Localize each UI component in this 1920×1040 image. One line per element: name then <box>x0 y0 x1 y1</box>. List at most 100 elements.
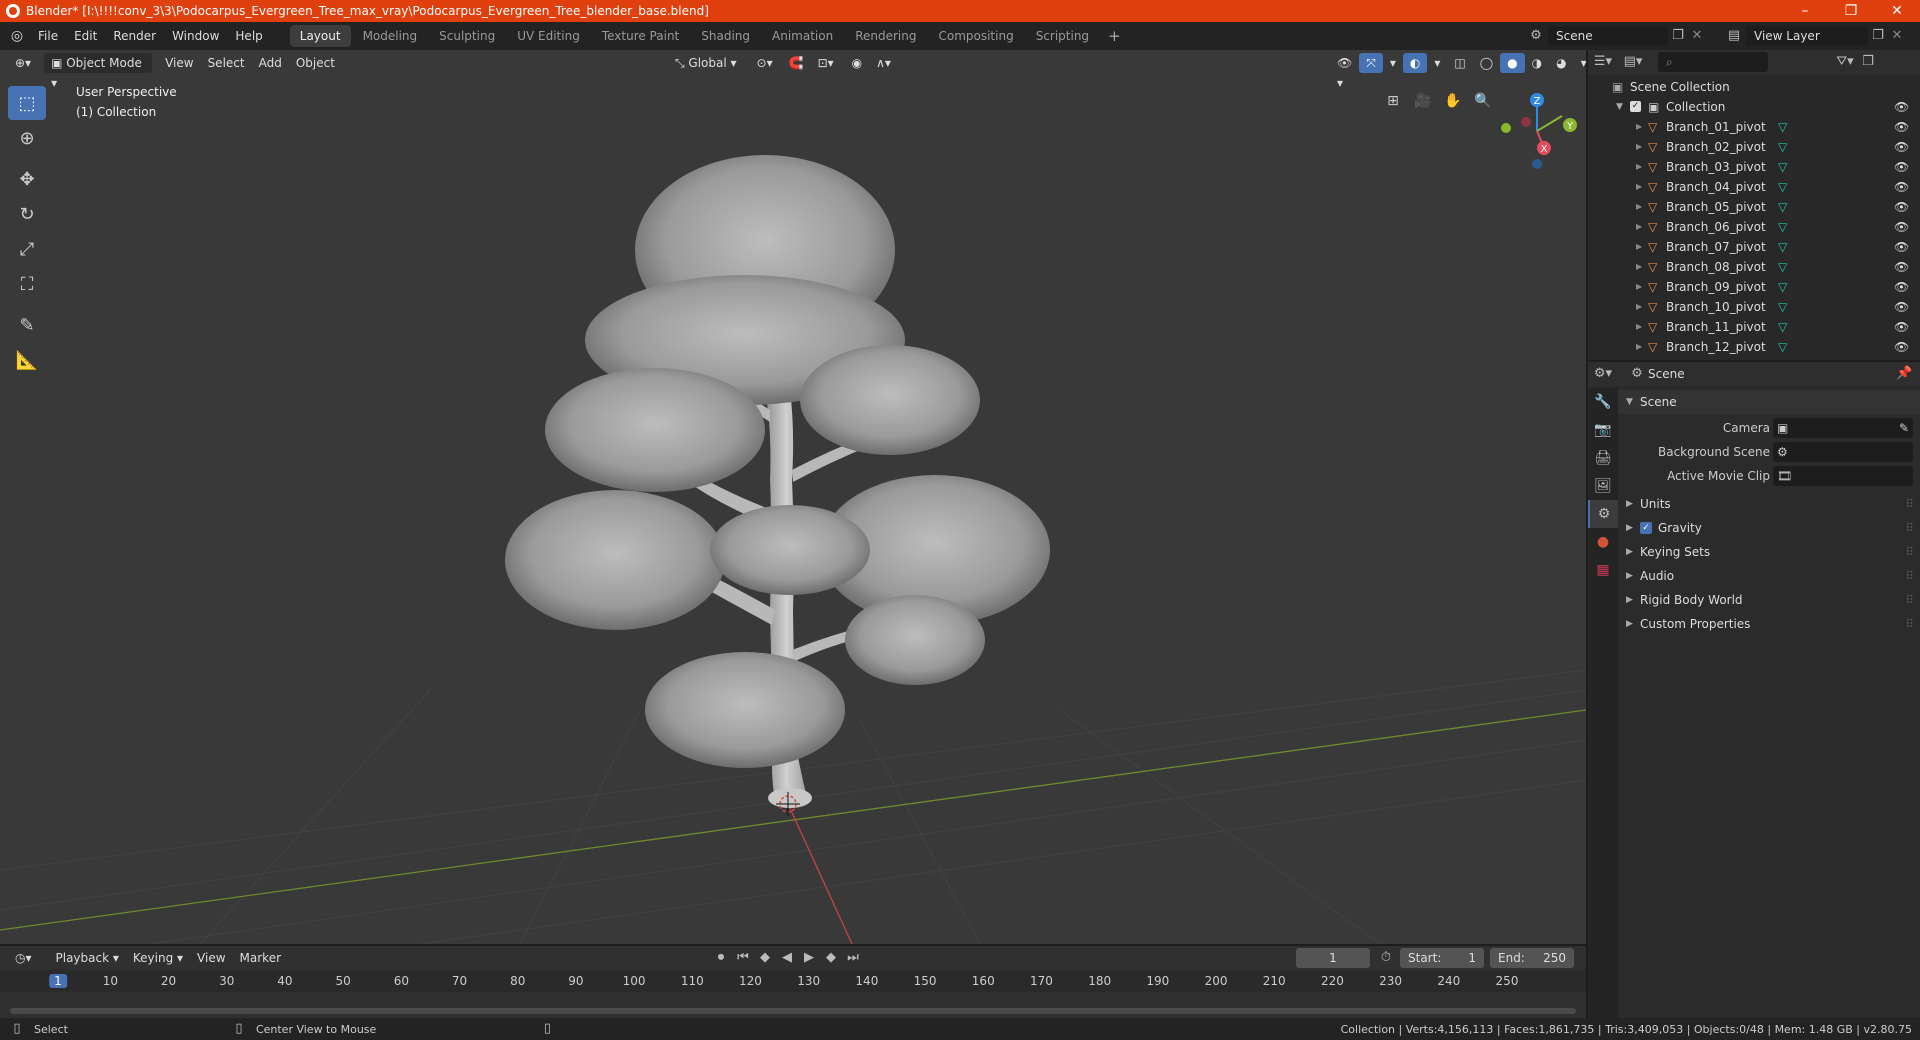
timeline-menu-marker[interactable]: Marker <box>233 948 288 968</box>
shading-options-icon[interactable]: ▾ <box>1574 53 1586 73</box>
tab-shading[interactable]: Shading <box>691 25 760 47</box>
expand-arrow-icon[interactable]: ▶ <box>1636 177 1642 197</box>
tab-layout[interactable]: Layout <box>289 25 351 47</box>
eyedropper-icon[interactable]: ✎ <box>1899 416 1909 440</box>
add-workspace-button[interactable]: + <box>1100 27 1129 45</box>
camera-field[interactable]: ▣ ✎ <box>1773 418 1913 438</box>
gizmo-dropdown-icon[interactable]: ▾ <box>1383 53 1403 73</box>
expand-arrow-icon[interactable]: ▶ <box>1636 257 1642 277</box>
property-section-header[interactable]: ▶ ✓ Gravity ⠿ <box>1618 516 1920 540</box>
outliner-editor-icon[interactable]: ☰▾ <box>1588 52 1618 72</box>
properties-editor-icon[interactable]: ⚙▾ <box>1588 364 1618 384</box>
scene-name-field[interactable]: Scene <box>1548 26 1668 46</box>
use-preview-range-icon[interactable]: ⏱ <box>1376 948 1396 968</box>
tab-scripting[interactable]: Scripting <box>1026 25 1099 47</box>
tab-modeling[interactable]: Modeling <box>353 25 428 47</box>
expand-arrow-icon[interactable]: ▶ <box>1636 317 1642 337</box>
property-section-header[interactable]: ▶ Custom Properties ⠿ <box>1618 612 1920 636</box>
outliner-item[interactable]: ▶ ▽ Branch_12_pivot ▽ 👁 <box>1588 337 1920 357</box>
render-tab-icon[interactable]: 📷 <box>1588 416 1618 444</box>
visibility-eye-icon[interactable]: 👁 <box>1894 157 1909 177</box>
current-frame-field[interactable]: 1 <box>1296 948 1370 968</box>
visibility-eye-icon[interactable]: 👁 <box>1894 137 1909 157</box>
pin-icon[interactable]: 📌 <box>1896 364 1912 384</box>
view-layer-tab-icon[interactable]: 🖼 <box>1588 472 1618 500</box>
timeline-menu-view[interactable]: View <box>190 948 232 968</box>
expand-arrow-icon[interactable]: ▶ <box>1636 117 1642 137</box>
drag-handle-icon[interactable]: ⠿ <box>1905 588 1914 612</box>
viewport-menu-add[interactable]: Add <box>252 53 289 73</box>
overlays-toggle-icon[interactable]: ◐ <box>1402 53 1428 73</box>
visibility-eye-icon[interactable]: 👁 <box>1894 237 1909 257</box>
property-section-header[interactable]: ▶ Audio ⠿ <box>1618 564 1920 588</box>
expand-arrow-icon[interactable]: ▶ <box>1636 297 1642 317</box>
annotate-tool-icon[interactable]: ✎ <box>8 308 46 342</box>
outliner-item[interactable]: ▶ ▽ Branch_05_pivot ▽ 👁 <box>1588 197 1920 217</box>
outliner-item[interactable]: ▶ ▽ Branch_11_pivot ▽ 👁 <box>1588 317 1920 337</box>
camera-view-icon[interactable]: 🎥 <box>1410 88 1436 114</box>
new-view-layer-icon[interactable]: ❐ <box>1868 26 1888 46</box>
timeline-scrollbar[interactable] <box>10 1008 1576 1014</box>
current-frame-marker[interactable]: 1 <box>49 974 67 988</box>
outliner-item[interactable]: ▶ ▽ Branch_04_pivot ▽ 👁 <box>1588 177 1920 197</box>
pan-view-icon[interactable]: ✋ <box>1440 88 1466 114</box>
tool-tab-icon[interactable]: 🔧 <box>1588 388 1618 416</box>
visibility-eye-icon[interactable]: 👁 <box>1894 317 1909 337</box>
tab-rendering[interactable]: Rendering <box>845 25 926 47</box>
outliner-search-input[interactable]: ⌕ <box>1658 52 1768 72</box>
cursor-tool-icon[interactable]: ⊕ <box>8 121 46 155</box>
expand-arrow-icon[interactable]: ▶ <box>1636 157 1642 177</box>
outliner-collection-row[interactable]: ▼ ✓ ▣ Collection 👁 <box>1588 97 1920 117</box>
scene-panel-header[interactable]: ▼ Scene <box>1618 390 1920 414</box>
close-button[interactable]: ✕ <box>1874 0 1920 22</box>
end-frame-field[interactable]: End: 250 <box>1490 948 1574 968</box>
restore-button[interactable]: ❐ <box>1828 0 1874 22</box>
view-layer-field[interactable]: View Layer <box>1746 26 1868 46</box>
output-tab-icon[interactable]: 🖨 <box>1588 444 1618 472</box>
display-mode-icon[interactable]: ▤▾ <box>1618 52 1648 72</box>
property-section-header[interactable]: ▶ Units ⠿ <box>1618 492 1920 516</box>
world-tab-icon[interactable]: ● <box>1588 528 1618 556</box>
select-box-tool-icon[interactable]: ⬚ <box>8 86 46 120</box>
visibility-eye-icon[interactable]: 👁 <box>1894 337 1909 357</box>
view-layer-icon[interactable]: ▤ <box>1722 26 1746 46</box>
menu-window[interactable]: Window <box>164 22 227 50</box>
visibility-eye-icon[interactable]: 👁 <box>1894 97 1909 117</box>
menu-edit[interactable]: Edit <box>66 22 105 50</box>
outliner-item[interactable]: ▶ ▽ Branch_09_pivot ▽ 👁 <box>1588 277 1920 297</box>
scene-icon[interactable]: ⚙ <box>1524 26 1548 46</box>
visibility-eye-icon[interactable]: 👁 <box>1894 297 1909 317</box>
gravity-checkbox[interactable]: ✓ <box>1640 522 1652 534</box>
pivot-point-icon[interactable]: ⊙▾ <box>750 53 780 73</box>
expand-arrow-icon[interactable]: ▶ <box>1636 277 1642 297</box>
toggle-grid-icon[interactable]: ⊞ <box>1380 88 1406 114</box>
viewport-menu-select[interactable]: Select <box>201 53 252 73</box>
next-keyframe-icon[interactable]: ◆ <box>822 948 840 968</box>
outliner-item[interactable]: ▶ ▽ Branch_03_pivot ▽ 👁 <box>1588 157 1920 177</box>
snap-icon[interactable]: 🧲 <box>782 53 811 73</box>
wireframe-shading-icon[interactable]: ◯ <box>1473 53 1500 73</box>
outliner-scene-collection-row[interactable]: ▣ Scene Collection <box>1588 77 1920 97</box>
mode-dropdown[interactable]: ▣ Object Mode ▾ <box>44 53 153 90</box>
tab-compositing[interactable]: Compositing <box>928 25 1023 47</box>
menu-file[interactable]: File <box>30 22 66 50</box>
transform-tool-icon[interactable]: ⛶ <box>8 267 46 301</box>
outliner-item[interactable]: ▶ ▽ Branch_02_pivot ▽ 👁 <box>1588 137 1920 157</box>
expand-arrow-icon[interactable]: ▶ <box>1636 197 1642 217</box>
play-icon[interactable]: ▶ <box>800 948 818 968</box>
menu-help[interactable]: Help <box>227 22 270 50</box>
solid-shading-icon[interactable]: ● <box>1500 53 1525 73</box>
property-section-header[interactable]: ▶ Rigid Body World ⠿ <box>1618 588 1920 612</box>
timeline-menu-keying[interactable]: Keying ▾ <box>126 948 190 968</box>
jump-start-icon[interactable]: ⏮ <box>734 948 752 968</box>
property-section-header[interactable]: ▶ Keying Sets ⠿ <box>1618 540 1920 564</box>
drag-handle-icon[interactable]: ⠿ <box>1905 516 1914 540</box>
gizmo-toggle-icon[interactable]: ⤧ <box>1359 53 1383 73</box>
visibility-eye-icon[interactable]: 👁 <box>1894 117 1909 137</box>
viewport-menu-view[interactable]: View <box>158 53 200 73</box>
drag-handle-icon[interactable]: ⠿ <box>1905 540 1914 564</box>
play-reverse-icon[interactable]: ◀ <box>778 948 796 968</box>
scene-tab-icon[interactable]: ⚙ <box>1588 500 1618 528</box>
snap-target-icon[interactable]: ⊡▾ <box>811 53 841 73</box>
expand-arrow-icon[interactable]: ▶ <box>1636 217 1642 237</box>
